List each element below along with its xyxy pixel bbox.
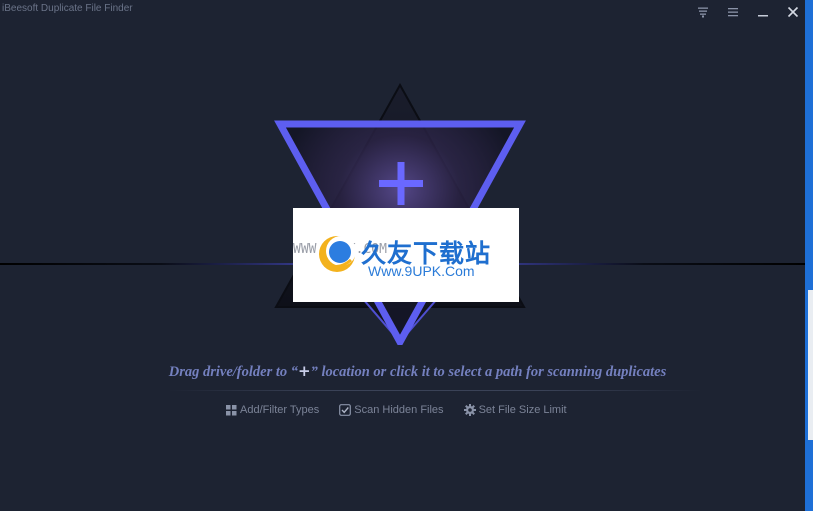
window-title: iBeesoft Duplicate File Finder — [2, 3, 133, 14]
checkbox-icon[interactable] — [339, 404, 352, 416]
feedback-button[interactable] — [693, 3, 713, 21]
drop-instruction: Drag drive/folder to “+” location or cli… — [0, 362, 805, 381]
options-divider — [168, 390, 702, 391]
watermark-overlay: WWW.9UPK.COM 久友下载站 Www.9UPK.Com — [293, 208, 519, 302]
scan-options: Add/Filter Types Scan Hidden Files Set F… — [226, 404, 567, 416]
set-file-size-limit-option[interactable]: Set File Size Limit — [463, 404, 567, 416]
scan-hidden-files-option[interactable]: Scan Hidden Files — [339, 404, 444, 416]
app-window: iBeesoft Duplicate File Finder 久友下载站 Www… — [0, 0, 805, 511]
close-icon — [787, 6, 799, 18]
add-filter-types-option[interactable]: Add/Filter Types — [226, 404, 319, 416]
scan-hidden-files-label: Scan Hidden Files — [354, 404, 444, 416]
instruction-text-before: Drag drive/folder to “ — [168, 364, 299, 380]
set-file-size-limit-label: Set File Size Limit — [478, 404, 567, 416]
watermark-logo-icon — [319, 236, 356, 272]
window-controls — [693, 3, 803, 21]
close-button[interactable] — [783, 3, 803, 21]
minimize-button[interactable] — [753, 3, 773, 21]
menu-button[interactable] — [723, 3, 743, 21]
edge-notch — [808, 290, 813, 440]
minimize-icon — [758, 15, 768, 17]
instruction-text-after: ” location or click it to select a path … — [310, 364, 667, 380]
watermark-url: Www.9UPK.Com — [368, 263, 475, 279]
window-right-edge — [805, 0, 813, 511]
add-filter-types-label: Add/Filter Types — [240, 404, 320, 416]
gear-icon — [463, 404, 476, 416]
feedback-icon — [698, 7, 708, 18]
grid-icon — [226, 404, 237, 415]
instruction-plus: + — [298, 362, 311, 380]
menu-icon — [728, 8, 738, 17]
